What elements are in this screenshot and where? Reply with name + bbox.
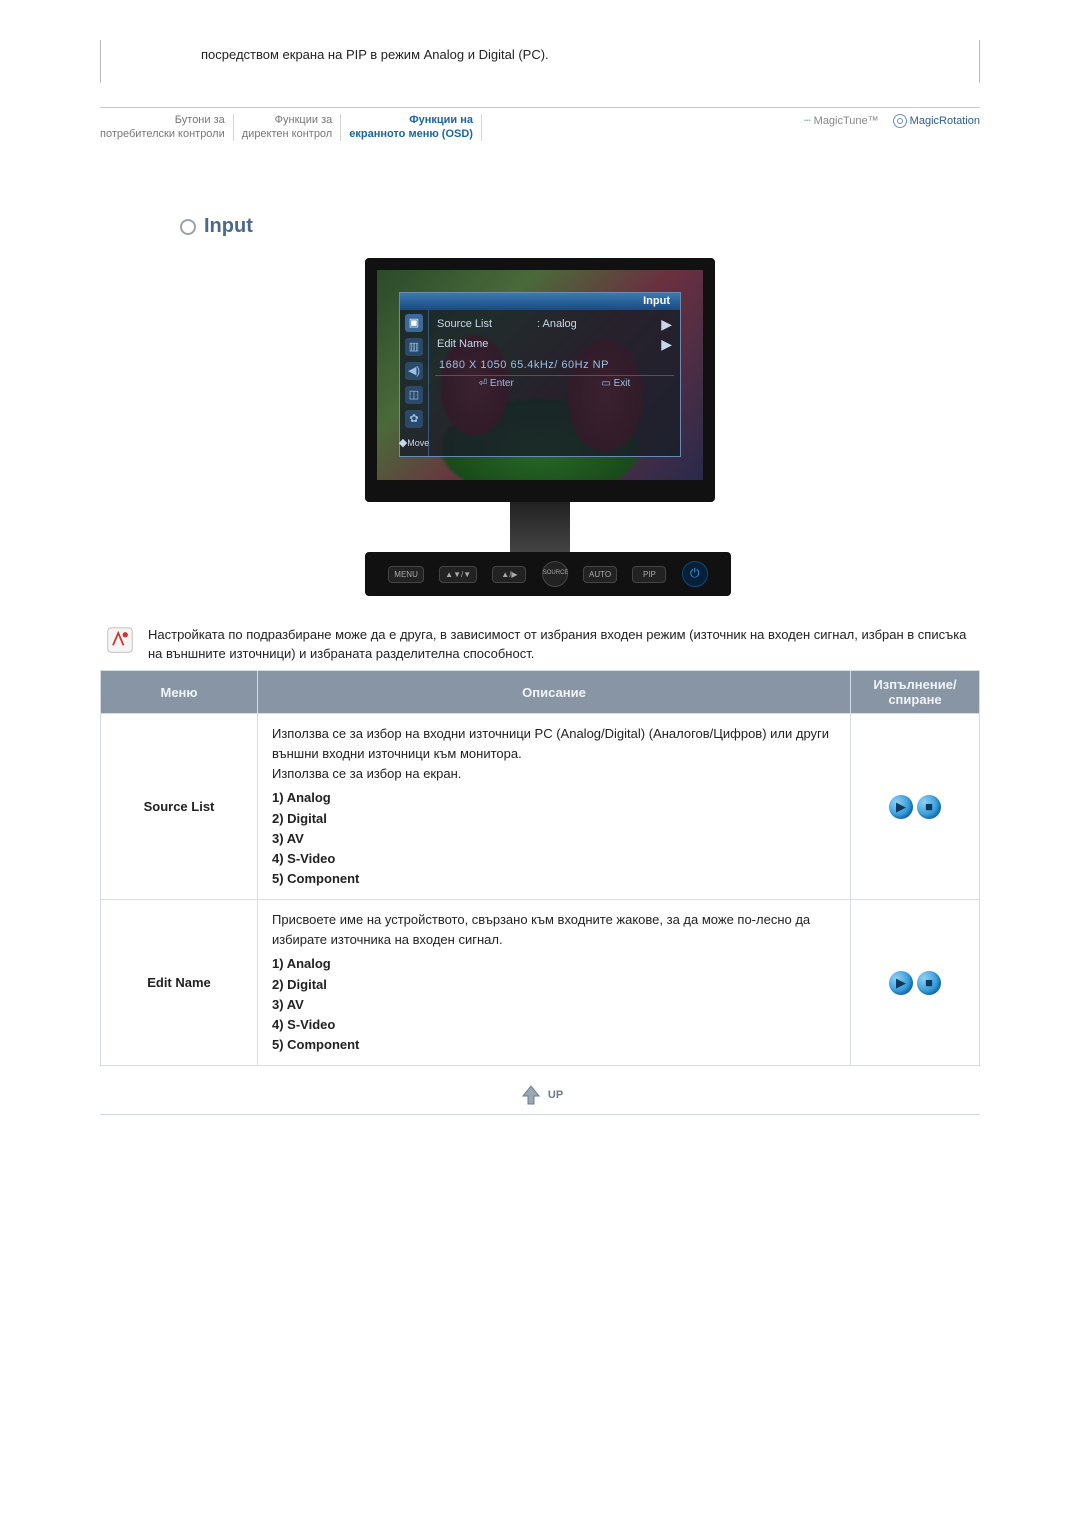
th-play: Изпълнение/ спиране: [851, 671, 980, 714]
cell-menu-sourcelist: Source List: [101, 714, 258, 900]
hw-source-button[interactable]: SOURCE: [542, 561, 568, 587]
hw-down-button[interactable]: ▲▼/▼: [439, 566, 477, 583]
osd-resolution-info: 1680 X 1050 65.4kHz/ 60Hz NP: [435, 354, 674, 375]
prev-section-trail: посредством екрана на PIP в режим Analog…: [100, 40, 980, 83]
osd-panel: Input ▣ ▥ ◀) ◫ ✿ ◆Move Source List: [399, 292, 681, 457]
th-desc: Описание: [258, 671, 851, 714]
sound-icon: ◀): [405, 362, 423, 380]
input-menu-table: Меню Описание Изпълнение/ спиране Source…: [100, 670, 980, 1066]
rotation-icon: [893, 114, 907, 128]
hw-auto-button[interactable]: AUTO: [583, 566, 617, 583]
play-stop-sourcelist: ▶ ■: [889, 795, 941, 819]
back-to-top[interactable]: UP: [100, 1084, 980, 1106]
trail-text: посредством екрана на PIP в режим Analog…: [201, 47, 549, 62]
note-text: Настройката по подразбиране може да е др…: [148, 626, 974, 664]
move-icon: ◆Move: [405, 434, 423, 452]
monitor-button-bar: MENU ▲▼/▼ ▲/▶ SOURCE AUTO PIP ⏻: [365, 552, 731, 596]
hw-power-button[interactable]: ⏻: [682, 561, 708, 587]
monitor-illustration: Input ▣ ▥ ◀) ◫ ✿ ◆Move Source List: [100, 258, 980, 596]
section-title-text: Input: [204, 215, 253, 238]
picture-icon: ▥: [405, 338, 423, 356]
nav-user-controls[interactable]: Бутони запотребителски контроли: [100, 114, 234, 142]
nav-direct-control[interactable]: Функции задиректен контрол: [242, 114, 341, 142]
bullet-icon: [180, 219, 196, 235]
nav-magictune[interactable]: ┄ MagicTune™: [804, 114, 879, 127]
hw-pip-button[interactable]: PIP: [632, 566, 666, 583]
cell-desc-editname: Присвоете име на устройството, свързано …: [258, 900, 851, 1066]
hw-up-button[interactable]: ▲/▶: [492, 566, 526, 583]
play-stop-editname: ▶ ■: [889, 971, 941, 995]
nav-osd-functions[interactable]: Функции наекранното меню (OSD): [349, 114, 482, 142]
cell-menu-editname: Edit Name: [101, 900, 258, 1066]
osd-row-editname: Edit Name ▶: [435, 334, 674, 354]
up-label: UP: [548, 1089, 563, 1101]
section-nav: Бутони запотребителски контроли Функции …: [100, 107, 980, 146]
th-menu: Меню: [101, 671, 258, 714]
table-row: Source List Използва се за избор на вход…: [101, 714, 980, 900]
note-icon: [106, 626, 134, 664]
osd-enter-hint: ⏎ Enter: [479, 379, 514, 389]
arrow-right-icon: ▶: [661, 317, 672, 331]
play-button[interactable]: ▶: [889, 971, 913, 995]
stop-button[interactable]: ■: [917, 971, 941, 995]
osd-sidebar: ▣ ▥ ◀) ◫ ✿ ◆Move: [400, 310, 429, 456]
hw-menu-button[interactable]: MENU: [388, 566, 424, 583]
play-button[interactable]: ▶: [889, 795, 913, 819]
section-heading: Input: [180, 215, 980, 238]
nav-magicrotation[interactable]: MagicRotation: [893, 114, 980, 128]
setup-icon: ✿: [405, 410, 423, 428]
pip-icon: ◫: [405, 386, 423, 404]
table-row: Edit Name Присвоете име на устройството,…: [101, 900, 980, 1066]
note-block: Настройката по подразбиране може да е др…: [100, 626, 980, 664]
input-icon: ▣: [405, 314, 423, 332]
stop-button[interactable]: ■: [917, 795, 941, 819]
osd-title: Input: [400, 293, 680, 310]
arrow-right-icon: ▶: [661, 337, 672, 351]
osd-row-sourcelist: Source List : Analog ▶: [435, 314, 674, 334]
osd-exit-hint: ▭ Exit: [601, 379, 630, 389]
cell-desc-sourcelist: Използва се за избор на входни източници…: [258, 714, 851, 900]
